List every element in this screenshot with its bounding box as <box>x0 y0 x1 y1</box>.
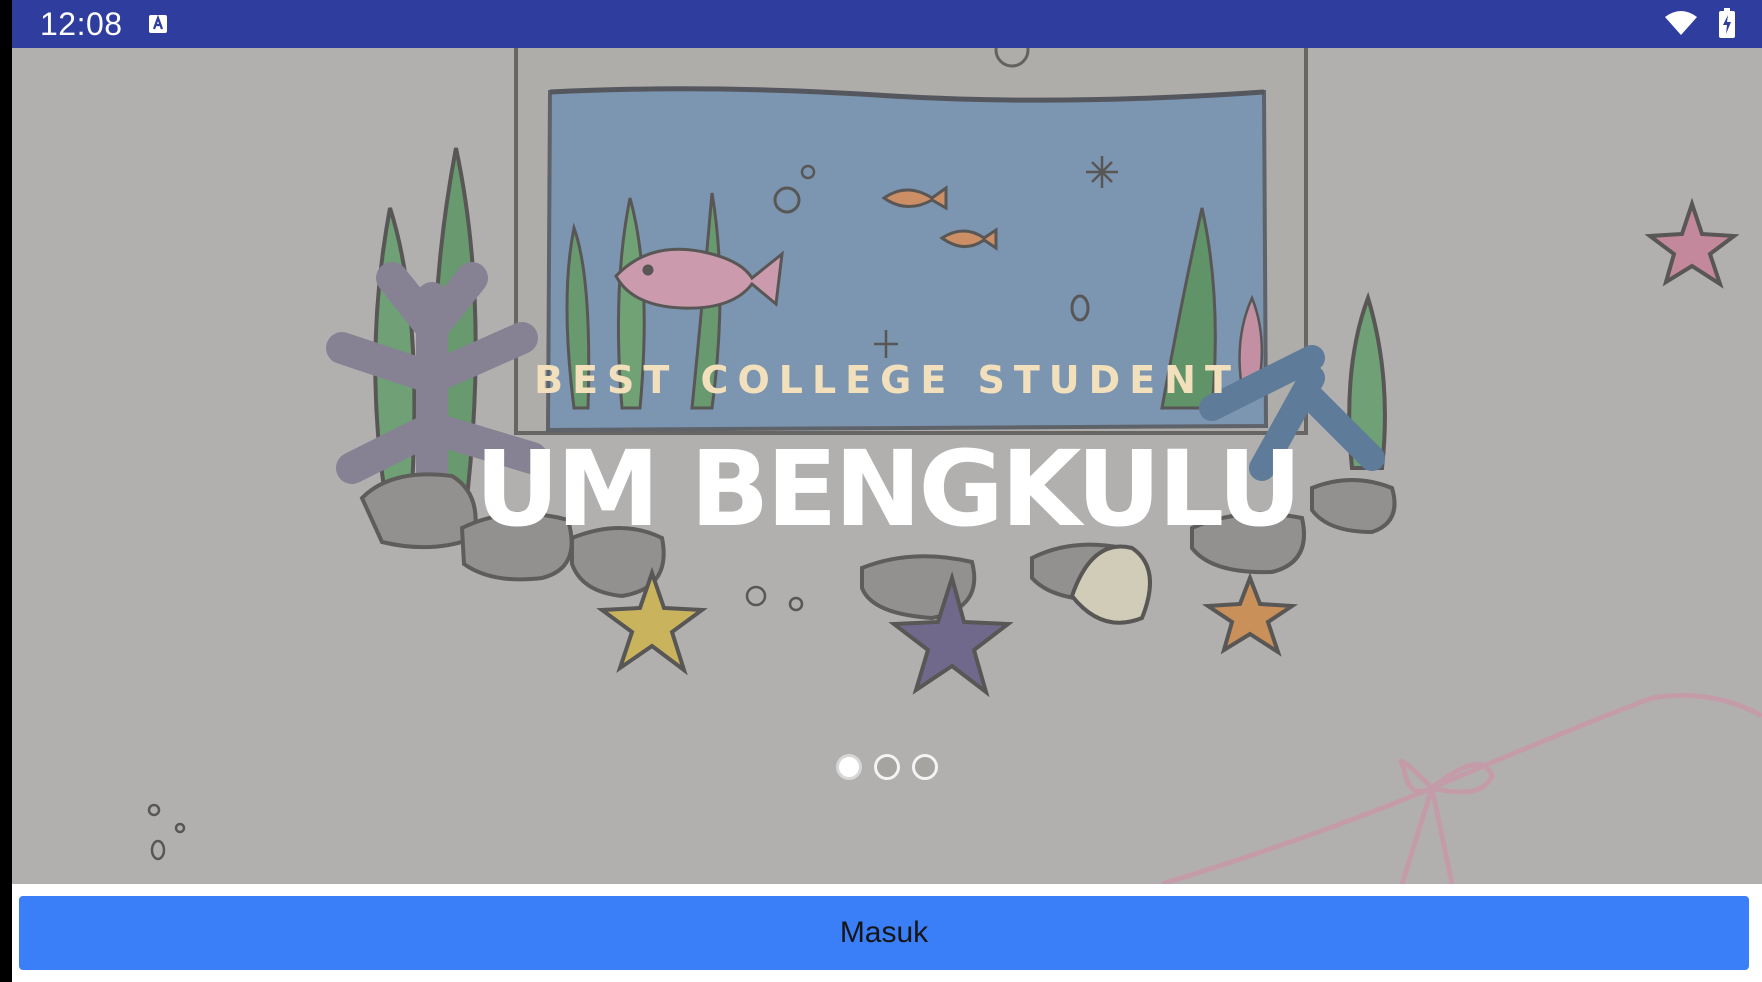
carousel-dot[interactable] <box>836 754 862 780</box>
app-screen: 12:08 BEST COLLEGE STUDENT UM BENGKULU M… <box>12 0 1762 982</box>
hero-subtitle: BEST COLLEGE STUDENT <box>534 358 1240 402</box>
bottom-action-bar: Masuk <box>12 884 1762 982</box>
carousel-indicators <box>12 754 1762 780</box>
status-time: 12:08 <box>40 6 123 42</box>
login-button[interactable]: Masuk <box>19 896 1749 970</box>
status-bar: 12:08 <box>12 0 1762 48</box>
hero-carousel[interactable]: BEST COLLEGE STUDENT UM BENGKULU <box>12 48 1762 884</box>
battery-charging-icon <box>1719 8 1735 38</box>
keyboard-notification-icon <box>149 14 167 33</box>
carousel-dot[interactable] <box>912 754 938 780</box>
wifi-icon <box>1665 11 1697 35</box>
carousel-dot[interactable] <box>874 754 900 780</box>
hero-title: UM BENGKULU <box>474 428 1302 550</box>
